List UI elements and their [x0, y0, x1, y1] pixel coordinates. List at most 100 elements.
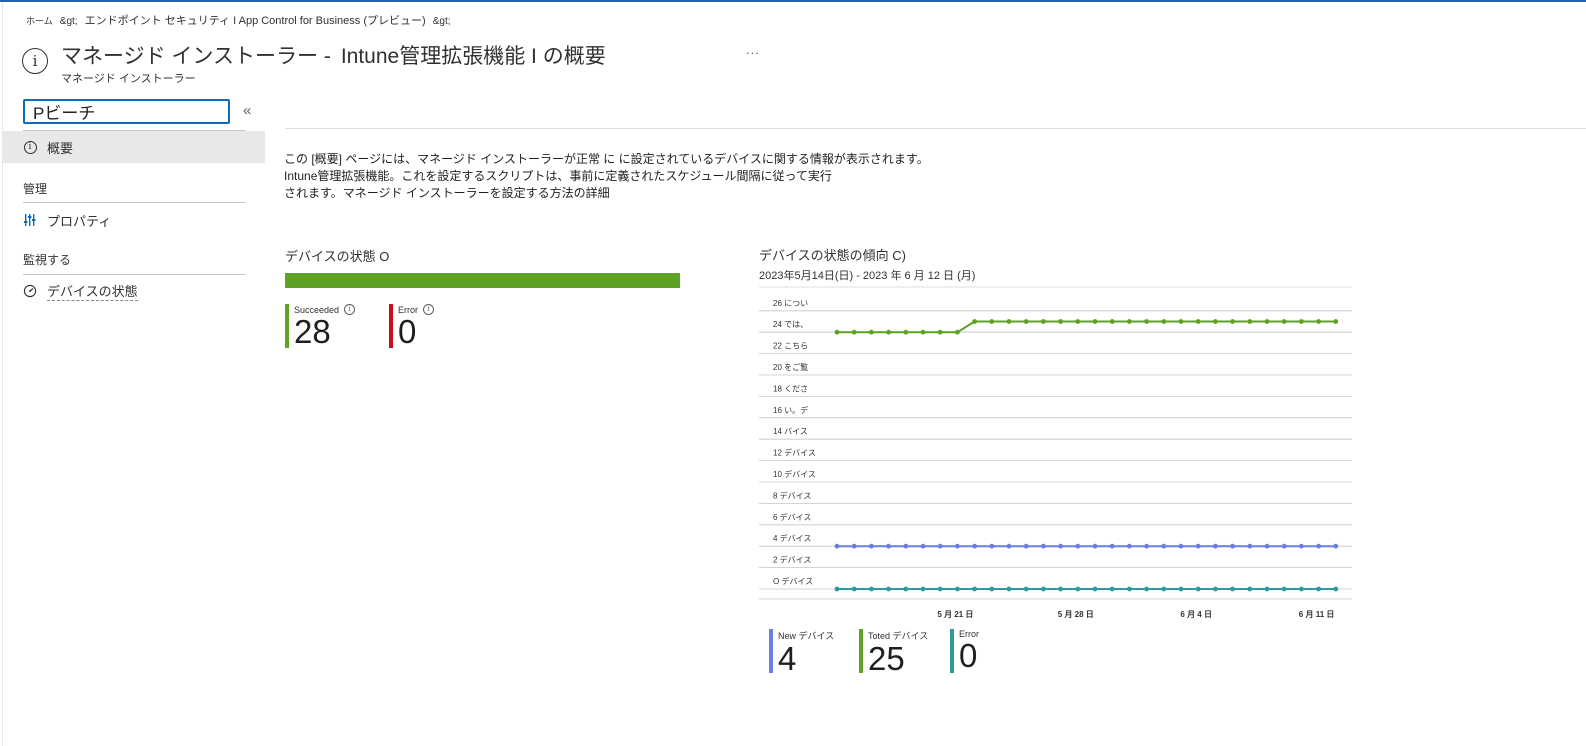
data-point[interactable] — [869, 329, 874, 335]
data-point[interactable] — [1230, 586, 1235, 592]
sidebar-item-device-status[interactable]: デバイスの状態 — [3, 275, 265, 307]
data-point[interactable] — [1299, 586, 1304, 592]
data-point[interactable] — [903, 586, 909, 592]
data-point[interactable] — [1213, 543, 1218, 549]
data-point[interactable] — [1264, 319, 1270, 324]
data-point[interactable] — [1127, 586, 1132, 592]
data-point[interactable] — [851, 543, 857, 549]
data-point[interactable] — [851, 586, 857, 592]
data-point[interactable] — [1127, 543, 1132, 549]
data-point[interactable] — [1230, 543, 1235, 549]
search-input[interactable] — [23, 99, 230, 124]
sidebar-item-overview[interactable]: i 概要 — [3, 131, 265, 163]
data-point[interactable] — [1006, 319, 1012, 324]
more-options-button[interactable]: ... — [746, 42, 760, 57]
data-point[interactable] — [955, 586, 960, 592]
data-point[interactable] — [1161, 319, 1167, 324]
data-point[interactable] — [1127, 319, 1132, 324]
data-point[interactable] — [1058, 586, 1063, 592]
data-point[interactable] — [1299, 319, 1304, 324]
data-point[interactable] — [834, 543, 840, 549]
data-point[interactable] — [972, 543, 977, 549]
data-point[interactable] — [989, 543, 995, 549]
data-point[interactable] — [886, 586, 891, 592]
data-point[interactable] — [1178, 319, 1184, 324]
data-point[interactable] — [1023, 586, 1029, 592]
data-point[interactable] — [1281, 319, 1287, 324]
data-point[interactable] — [1247, 586, 1253, 592]
data-point[interactable] — [1023, 543, 1029, 549]
data-point[interactable] — [1092, 586, 1098, 592]
data-point[interactable] — [989, 586, 995, 592]
data-point[interactable] — [1264, 543, 1270, 549]
data-point[interactable] — [972, 586, 977, 592]
data-point[interactable] — [1213, 586, 1218, 592]
data-point[interactable] — [937, 586, 943, 592]
data-point[interactable] — [903, 329, 909, 335]
data-point[interactable] — [869, 543, 874, 549]
data-point[interactable] — [1092, 319, 1098, 324]
data-point[interactable] — [1161, 543, 1167, 549]
data-point[interactable] — [1195, 543, 1201, 549]
data-point[interactable] — [1195, 319, 1201, 324]
data-point[interactable] — [1213, 319, 1218, 324]
data-point[interactable] — [1058, 543, 1063, 549]
data-point[interactable] — [989, 319, 995, 324]
data-point[interactable] — [920, 329, 926, 335]
info-icon[interactable]: i — [344, 304, 356, 315]
data-point[interactable] — [920, 586, 926, 592]
data-point[interactable] — [937, 329, 943, 335]
data-point[interactable] — [1161, 586, 1167, 592]
data-point[interactable] — [1230, 319, 1235, 324]
data-point[interactable] — [937, 543, 943, 549]
data-point[interactable] — [1178, 543, 1184, 549]
data-point[interactable] — [1281, 586, 1287, 592]
data-point[interactable] — [1195, 586, 1201, 592]
data-point[interactable] — [1333, 586, 1339, 592]
data-point[interactable] — [1178, 586, 1184, 592]
data-point[interactable] — [1092, 543, 1098, 549]
data-point[interactable] — [1144, 319, 1149, 324]
data-point[interactable] — [955, 329, 960, 335]
info-icon[interactable]: i — [423, 304, 434, 315]
data-point[interactable] — [1144, 586, 1149, 592]
data-point[interactable] — [869, 586, 874, 592]
data-point[interactable] — [1333, 319, 1339, 324]
data-point[interactable] — [1247, 319, 1253, 324]
data-point[interactable] — [1006, 543, 1012, 549]
sidebar-item-properties[interactable]: プロパティ — [3, 204, 265, 236]
data-point[interactable] — [1058, 319, 1063, 324]
data-point[interactable] — [1075, 319, 1081, 324]
data-point[interactable] — [886, 543, 891, 549]
data-point[interactable] — [1144, 543, 1149, 549]
data-point[interactable] — [834, 586, 840, 592]
data-point[interactable] — [1041, 319, 1046, 324]
data-point[interactable] — [851, 329, 857, 335]
data-point[interactable] — [1316, 319, 1321, 324]
breadcrumb-path[interactable]: エンドポイント セキュリティ I App Control for Busines… — [85, 15, 426, 27]
data-point[interactable] — [1023, 319, 1029, 324]
data-point[interactable] — [1247, 543, 1253, 549]
data-point[interactable] — [1299, 543, 1304, 549]
collapse-sidebar-button[interactable]: « — [243, 102, 251, 119]
data-point[interactable] — [1041, 543, 1046, 549]
data-point[interactable] — [834, 329, 840, 335]
data-point[interactable] — [1281, 543, 1287, 549]
data-point[interactable] — [920, 543, 926, 549]
data-point[interactable] — [1109, 543, 1115, 549]
data-point[interactable] — [1316, 586, 1321, 592]
data-point[interactable] — [1075, 586, 1081, 592]
breadcrumb-home[interactable]: ホーム — [26, 16, 53, 26]
data-point[interactable] — [1075, 543, 1081, 549]
data-point[interactable] — [1109, 586, 1115, 592]
data-point[interactable] — [1316, 543, 1321, 549]
data-point[interactable] — [1041, 586, 1046, 592]
data-point[interactable] — [1109, 319, 1115, 324]
data-point[interactable] — [972, 319, 977, 324]
data-point[interactable] — [1264, 586, 1270, 592]
data-point[interactable] — [886, 329, 891, 335]
data-point[interactable] — [1333, 543, 1339, 549]
data-point[interactable] — [1006, 586, 1012, 592]
data-point[interactable] — [903, 543, 909, 549]
data-point[interactable] — [955, 543, 960, 549]
